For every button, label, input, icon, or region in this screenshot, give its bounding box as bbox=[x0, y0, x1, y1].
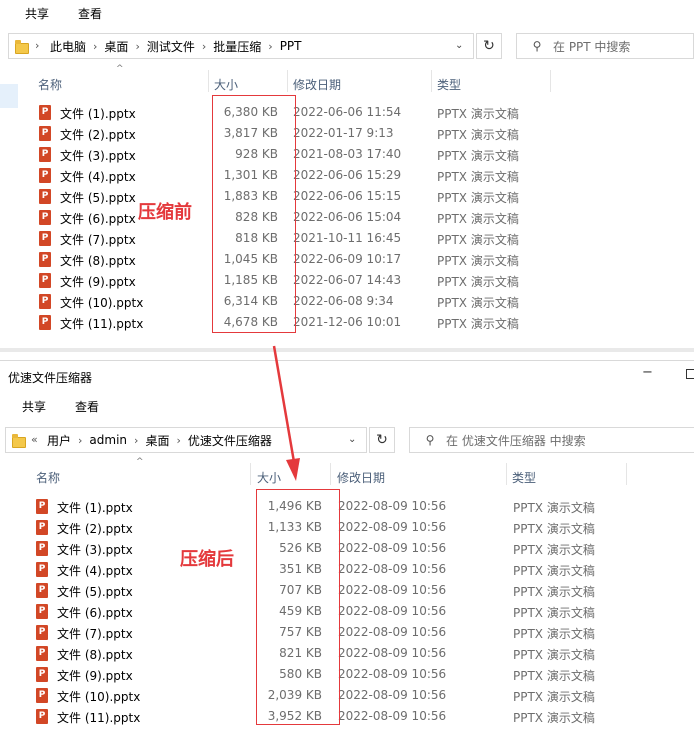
comparison-arrow bbox=[272, 345, 300, 481]
arrow-shaft bbox=[272, 345, 296, 463]
arrow-head bbox=[286, 458, 300, 481]
